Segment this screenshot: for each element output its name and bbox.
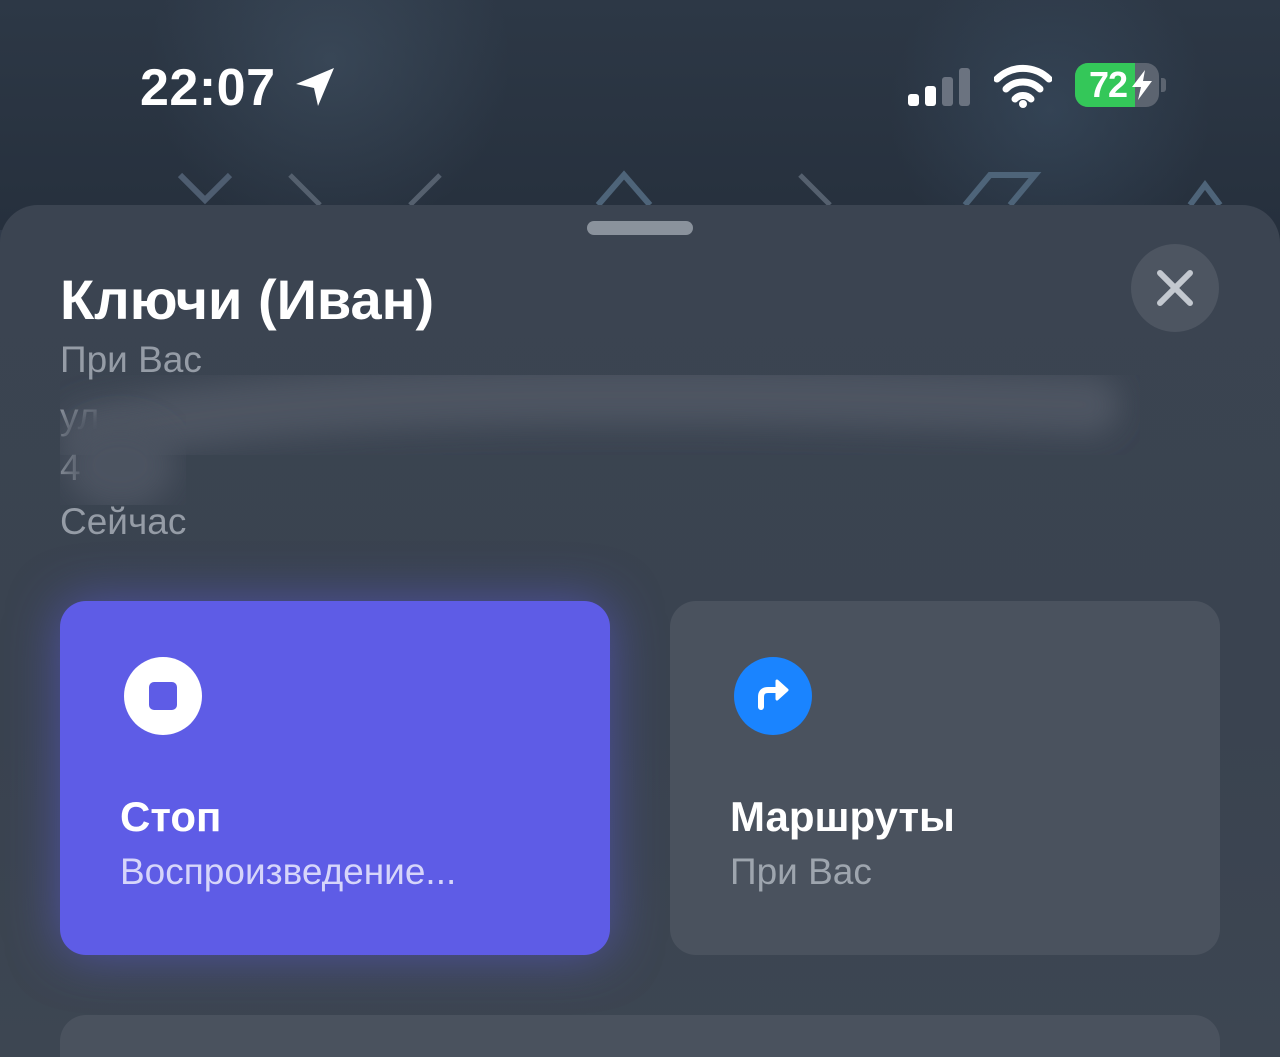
sheet-grabber[interactable] <box>587 221 693 235</box>
find-my-item-screen: 22:07 72 Ключи (Иван) При Вас ул Сейчас … <box>0 0 1280 1057</box>
item-updated-time: Сейчас <box>60 501 187 542</box>
battery-charging-icon: 72 <box>1075 63 1167 108</box>
stop-sound-button[interactable]: Стоп Воспроизведение... <box>60 601 610 955</box>
directions-button[interactable]: Маршруты При Вас <box>670 601 1220 955</box>
wifi-icon <box>994 64 1052 108</box>
location-arrow-icon <box>296 68 334 106</box>
directions-title: Маршруты <box>730 793 955 840</box>
stop-icon <box>124 657 202 735</box>
close-icon <box>1157 270 1193 306</box>
stop-title: Стоп <box>120 793 222 840</box>
battery-body: 72 <box>1075 63 1159 107</box>
stop-subtitle: Воспроизведение... <box>120 851 457 892</box>
directions-subtitle: При Вас <box>730 851 872 892</box>
close-button[interactable] <box>1131 244 1219 332</box>
item-title: Ключи (Иван) <box>60 268 435 331</box>
address-redaction <box>60 375 1120 505</box>
signal-icon <box>908 68 970 106</box>
directions-arrow-icon <box>734 657 812 735</box>
battery-nub <box>1161 78 1166 92</box>
next-section-row[interactable] <box>60 1015 1220 1057</box>
status-time: 22:07 <box>140 59 276 117</box>
item-detail-sheet: Ключи (Иван) При Вас ул 4 Сейчас Стоп Во… <box>0 205 1280 1057</box>
bolt-icon <box>1132 70 1152 100</box>
